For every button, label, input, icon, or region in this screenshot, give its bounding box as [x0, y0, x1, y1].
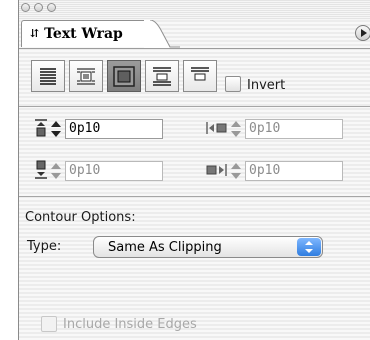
top-offset-field[interactable]: 0p10	[65, 119, 163, 139]
invert-checkbox[interactable]	[225, 76, 241, 92]
updown-arrow-icon: ⇵	[30, 27, 40, 40]
text-wrap-panel: ⇵ Text Wrap Invert 0p10 0p10 0p10 0p10 C…	[18, 0, 370, 340]
panel-menu-button[interactable]	[355, 25, 370, 41]
jump-to-next-column-icon	[191, 67, 209, 81]
close-window-button[interactable]	[21, 3, 30, 12]
contour-type-select[interactable]: Same As Clipping	[93, 236, 323, 258]
bottom-offset-field[interactable]: 0p10	[65, 161, 163, 181]
invert-label: Invert	[247, 78, 286, 93]
left-offset-stepper[interactable]	[229, 119, 243, 139]
panel-titlebar	[19, 0, 370, 20]
jump-object-icon	[153, 67, 171, 86]
divider	[19, 196, 370, 197]
bottom-offset-icon	[35, 160, 47, 179]
tab-edge	[144, 20, 180, 48]
right-offset-icon	[206, 164, 227, 176]
zoom-window-button[interactable]	[47, 3, 56, 12]
jump-to-next-column-button[interactable]	[183, 60, 217, 92]
minimize-window-button[interactable]	[34, 3, 43, 12]
wrap-around-object-shape-button[interactable]	[107, 60, 141, 92]
jump-object-button[interactable]	[145, 60, 179, 92]
tab-text-wrap[interactable]: ⇵ Text Wrap	[21, 20, 151, 47]
include-inside-edges-label: Include Inside Edges	[63, 317, 197, 332]
left-offset-icon	[206, 122, 227, 134]
bottom-offset-stepper[interactable]	[49, 161, 63, 181]
include-inside-edges-checkbox[interactable]	[41, 316, 57, 332]
contour-type-value: Same As Clipping	[108, 240, 222, 255]
play-arrow-icon	[361, 29, 367, 37]
object-shape-wrap-icon	[113, 66, 135, 87]
contour-options-heading: Contour Options:	[25, 210, 136, 225]
wrap-around-bounding-box-button[interactable]	[69, 60, 103, 92]
popup-arrows-icon	[297, 238, 321, 256]
right-offset-stepper[interactable]	[229, 161, 243, 181]
left-offset-field[interactable]: 0p10	[245, 119, 343, 139]
no-text-wrap-button[interactable]	[31, 60, 65, 92]
right-offset-field[interactable]: 0p10	[245, 161, 343, 181]
bounding-box-wrap-icon	[77, 68, 95, 85]
type-label: Type:	[27, 239, 62, 254]
no-wrap-icon	[40, 68, 56, 85]
divider	[19, 106, 370, 107]
top-offset-stepper[interactable]	[49, 119, 63, 139]
tab-text-wrap-label: ⇵ Text Wrap	[30, 26, 123, 42]
top-offset-icon	[35, 119, 47, 137]
panel-tab-row: ⇵ Text Wrap	[19, 20, 370, 49]
